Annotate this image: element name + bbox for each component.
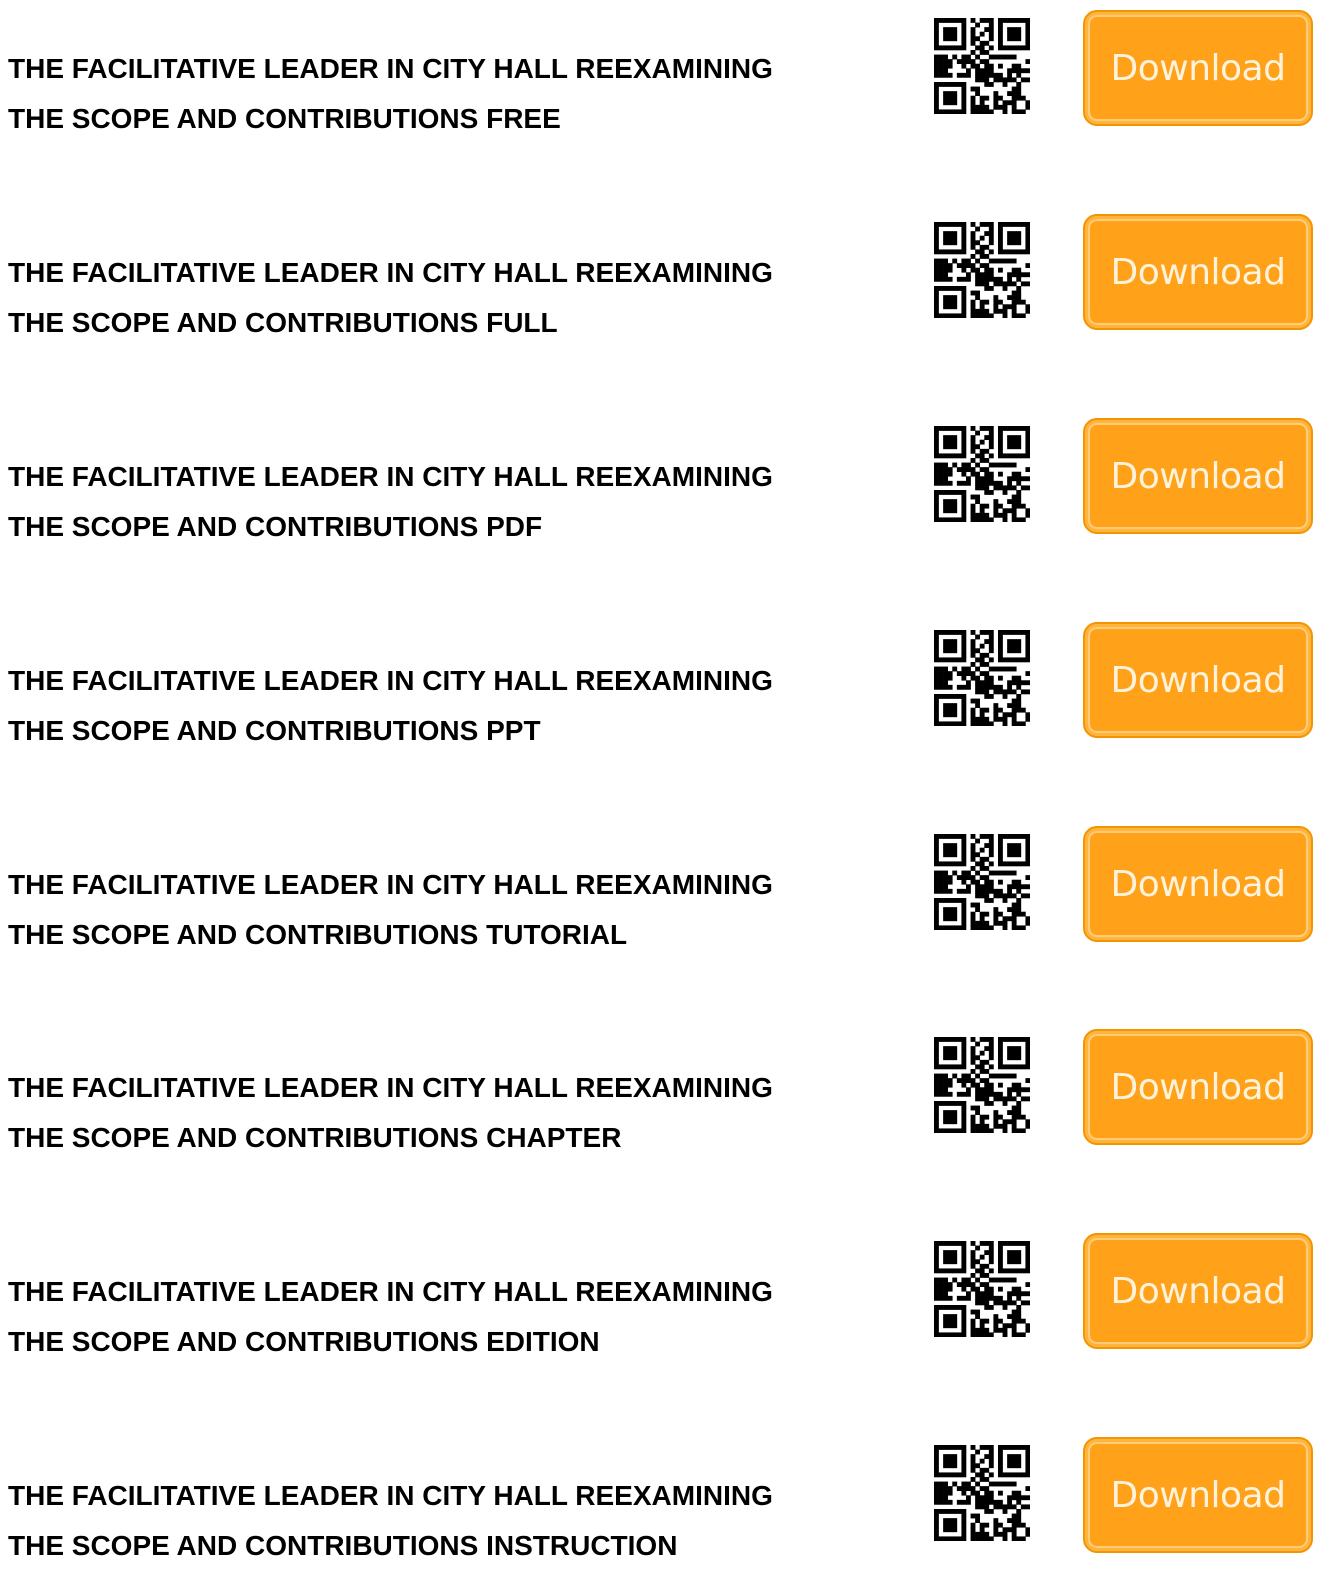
list-item: THE FACILITATIVE LEADER IN CITY HALL REE… xyxy=(0,616,1319,746)
download-button[interactable]: Download xyxy=(1083,622,1313,738)
download-button[interactable]: Download xyxy=(1083,418,1313,534)
item-title: THE FACILITATIVE LEADER IN CITY HALL REE… xyxy=(8,1063,908,1163)
title-line-1: THE FACILITATIVE LEADER IN CITY HALL REE… xyxy=(8,53,773,84)
item-title: THE FACILITATIVE LEADER IN CITY HALL REE… xyxy=(8,44,908,144)
title-line-1: THE FACILITATIVE LEADER IN CITY HALL REE… xyxy=(8,257,773,288)
list-item: THE FACILITATIVE LEADER IN CITY HALL REE… xyxy=(0,412,1319,542)
item-title: THE FACILITATIVE LEADER IN CITY HALL REE… xyxy=(8,452,908,552)
download-button[interactable]: Download xyxy=(1083,214,1313,330)
title-line-2: THE SCOPE AND CONTRIBUTIONS PPT xyxy=(8,715,541,746)
title-line-2: THE SCOPE AND CONTRIBUTIONS PDF xyxy=(8,511,543,542)
download-label: Download xyxy=(1110,659,1286,701)
title-line-2: THE SCOPE AND CONTRIBUTIONS FULL xyxy=(8,307,558,338)
download-label: Download xyxy=(1110,863,1286,905)
download-label: Download xyxy=(1110,455,1286,497)
qr-code-icon xyxy=(934,1037,1030,1133)
download-label: Download xyxy=(1110,1270,1286,1312)
title-line-2: THE SCOPE AND CONTRIBUTIONS TUTORIAL xyxy=(8,919,628,950)
item-title: THE FACILITATIVE LEADER IN CITY HALL REE… xyxy=(8,1471,908,1571)
qr-code-icon xyxy=(934,426,1030,522)
title-line-2: THE SCOPE AND CONTRIBUTIONS INSTRUCTION xyxy=(8,1530,678,1561)
download-label: Download xyxy=(1110,1474,1286,1516)
qr-code-icon xyxy=(934,630,1030,726)
title-line-1: THE FACILITATIVE LEADER IN CITY HALL REE… xyxy=(8,1072,773,1103)
list-item: THE FACILITATIVE LEADER IN CITY HALL REE… xyxy=(0,1227,1319,1357)
download-button[interactable]: Download xyxy=(1083,826,1313,942)
list-item: THE FACILITATIVE LEADER IN CITY HALL REE… xyxy=(0,4,1319,134)
list-item: THE FACILITATIVE LEADER IN CITY HALL REE… xyxy=(0,1023,1319,1153)
title-line-2: THE SCOPE AND CONTRIBUTIONS EDITION xyxy=(8,1326,600,1357)
title-line-2: THE SCOPE AND CONTRIBUTIONS CHAPTER xyxy=(8,1122,622,1153)
download-button[interactable]: Download xyxy=(1083,1233,1313,1349)
list-item: THE FACILITATIVE LEADER IN CITY HALL REE… xyxy=(0,1431,1319,1561)
title-line-1: THE FACILITATIVE LEADER IN CITY HALL REE… xyxy=(8,461,773,492)
qr-code-icon xyxy=(934,1445,1030,1541)
download-label: Download xyxy=(1110,1066,1286,1108)
title-line-1: THE FACILITATIVE LEADER IN CITY HALL REE… xyxy=(8,1480,773,1511)
download-button[interactable]: Download xyxy=(1083,1437,1313,1553)
download-label: Download xyxy=(1110,251,1286,293)
list-item: THE FACILITATIVE LEADER IN CITY HALL REE… xyxy=(0,820,1319,950)
item-title: THE FACILITATIVE LEADER IN CITY HALL REE… xyxy=(8,1267,908,1367)
item-title: THE FACILITATIVE LEADER IN CITY HALL REE… xyxy=(8,656,908,756)
qr-code-icon xyxy=(934,1241,1030,1337)
item-title: THE FACILITATIVE LEADER IN CITY HALL REE… xyxy=(8,248,908,348)
qr-code-icon xyxy=(934,222,1030,318)
qr-code-icon xyxy=(934,18,1030,114)
title-line-2: THE SCOPE AND CONTRIBUTIONS FREE xyxy=(8,103,561,134)
download-button[interactable]: Download xyxy=(1083,1029,1313,1145)
download-button[interactable]: Download xyxy=(1083,10,1313,126)
title-line-1: THE FACILITATIVE LEADER IN CITY HALL REE… xyxy=(8,1276,773,1307)
qr-code-icon xyxy=(934,834,1030,930)
title-line-1: THE FACILITATIVE LEADER IN CITY HALL REE… xyxy=(8,665,773,696)
title-line-1: THE FACILITATIVE LEADER IN CITY HALL REE… xyxy=(8,869,773,900)
item-title: THE FACILITATIVE LEADER IN CITY HALL REE… xyxy=(8,860,908,960)
download-label: Download xyxy=(1110,47,1286,89)
list-item: THE FACILITATIVE LEADER IN CITY HALL REE… xyxy=(0,208,1319,338)
